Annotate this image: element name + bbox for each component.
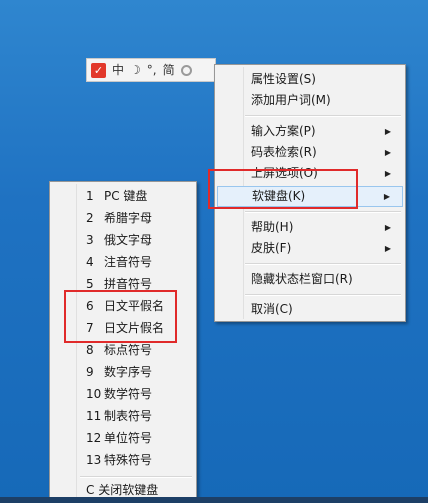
item-label: 日文片假名 (104, 321, 165, 335)
item-number: 4 (86, 255, 94, 269)
charset-toggle[interactable]: 简 (163, 64, 175, 76)
item-number: 13 (86, 453, 102, 467)
menu-separator (245, 294, 401, 296)
soft-kb-item-special[interactable]: 13 特殊符号 (52, 450, 194, 471)
menu-item-skin[interactable]: 皮肤(F) ▶ (217, 238, 403, 259)
ime-status-bar: ✓ 中 ☽ °, 简 (86, 58, 216, 82)
soft-kb-item-number-sequence[interactable]: 9 数字序号 (52, 362, 194, 383)
menu-separator (80, 476, 192, 478)
item-number: C (86, 483, 95, 497)
menu-item-properties[interactable]: 属性设置(S) (217, 69, 403, 90)
item-number: 8 (86, 343, 94, 357)
menu-item-label: 隐藏状态栏窗口(R) (251, 272, 353, 286)
item-number: 6 (86, 299, 94, 313)
soft-kb-item-punctuation[interactable]: 8 标点符号 (52, 340, 194, 361)
soft-kb-item-math[interactable]: 10 数学符号 (52, 384, 194, 405)
soft-kb-item-units[interactable]: 12 单位符号 (52, 428, 194, 449)
soft-keyboard-submenu: 1 PC 键盘 2 希腊字母 3 俄文字母 4 注音符号 5 拼音符号 6 日文平假名 7日… (49, 181, 197, 503)
soft-kb-item-box-drawing[interactable]: 11 制表符号 (52, 406, 194, 427)
soft-kb-item-russian[interactable]: 3 俄文字母 (52, 230, 194, 251)
menu-item-input-scheme[interactable]: 输入方案(P) ▶ (217, 121, 403, 142)
ime-context-menu: 属性设置(S) 添加用户词(M) 输入方案(P) ▶ 码表检索(R) ▶ 上屏选项(… (214, 64, 406, 322)
soft-kb-item-katakana[interactable]: 7 日文片假名 (52, 318, 194, 339)
ime-logo-icon[interactable]: ✓ (91, 62, 106, 78)
gear-icon[interactable] (180, 64, 192, 76)
item-number: 5 (86, 277, 94, 291)
menu-item-add-user-word[interactable]: 添加用户词(M) (217, 90, 403, 111)
submenu-arrow-icon: ▶ (384, 127, 391, 136)
item-label: 单位符号 (104, 431, 153, 445)
item-number: 7 (86, 321, 94, 335)
item-label: 关闭软键盘 (98, 483, 159, 497)
item-label: PC 键盘 (104, 189, 148, 203)
item-label: 希腊字母 (104, 211, 153, 225)
item-number: 9 (86, 365, 94, 379)
soft-kb-item-pinyin[interactable]: 5 拼音符号 (52, 274, 194, 295)
soft-kb-item-hiragana[interactable]: 6 日文平假名 (52, 296, 194, 317)
item-number: 10 (86, 387, 102, 401)
menu-item-label: 添加用户词(M) (251, 93, 331, 107)
item-number: 12 (86, 431, 102, 445)
soft-kb-item-pc[interactable]: 1 PC 键盘 (52, 186, 194, 207)
item-label: 日文平假名 (104, 299, 165, 313)
submenu-arrow-icon: ▶ (384, 244, 391, 253)
menu-item-label: 属性设置(S) (251, 72, 316, 86)
moon-icon[interactable]: ☽ (130, 64, 141, 76)
menu-item-label: 皮肤(F) (251, 241, 292, 255)
item-label: 数字序号 (104, 365, 153, 379)
menu-separator (245, 263, 401, 265)
item-label: 标点符号 (104, 343, 153, 357)
submenu-arrow-icon: ▶ (384, 223, 391, 232)
item-number: 1 (86, 189, 94, 203)
soft-kb-item-zhuyin[interactable]: 4 注音符号 (52, 252, 194, 273)
taskbar (0, 497, 428, 503)
item-number: 11 (86, 409, 102, 423)
menu-item-hide-status-bar[interactable]: 隐藏状态栏窗口(R) (217, 269, 403, 290)
menu-item-cancel[interactable]: 取消(C) (217, 299, 403, 320)
menu-separator (245, 211, 401, 213)
item-label: 特殊符号 (104, 453, 153, 467)
menu-item-label: 软键盘(K) (252, 189, 306, 203)
menu-item-label: 上屏选项(O) (251, 166, 318, 180)
item-number: 2 (86, 211, 94, 225)
menu-item-label: 取消(C) (251, 302, 293, 316)
item-label: 注音符号 (104, 255, 153, 269)
punctuation-toggle[interactable]: °, (147, 64, 157, 76)
soft-kb-item-greek[interactable]: 2 希腊字母 (52, 208, 194, 229)
item-label: 拼音符号 (104, 277, 153, 291)
item-label: 俄文字母 (104, 233, 153, 247)
menu-item-commit-options[interactable]: 上屏选项(O) ▶ (217, 163, 403, 184)
menu-item-label: 码表检索(R) (251, 145, 317, 159)
submenu-arrow-icon: ▶ (383, 192, 390, 201)
menu-item-help[interactable]: 帮助(H) ▶ (217, 217, 403, 238)
menu-item-label: 帮助(H) (251, 220, 294, 234)
ime-mode-toggle[interactable]: 中 (112, 64, 124, 76)
item-label: 数学符号 (104, 387, 153, 401)
menu-item-label: 输入方案(P) (251, 124, 316, 138)
menu-item-code-lookup[interactable]: 码表检索(R) ▶ (217, 142, 403, 163)
submenu-arrow-icon: ▶ (384, 169, 391, 178)
menu-item-soft-keyboard[interactable]: 软键盘(K) ▶ (217, 186, 403, 207)
menu-separator (245, 115, 401, 117)
item-number: 3 (86, 233, 94, 247)
submenu-arrow-icon: ▶ (384, 148, 391, 157)
item-label: 制表符号 (104, 409, 153, 423)
